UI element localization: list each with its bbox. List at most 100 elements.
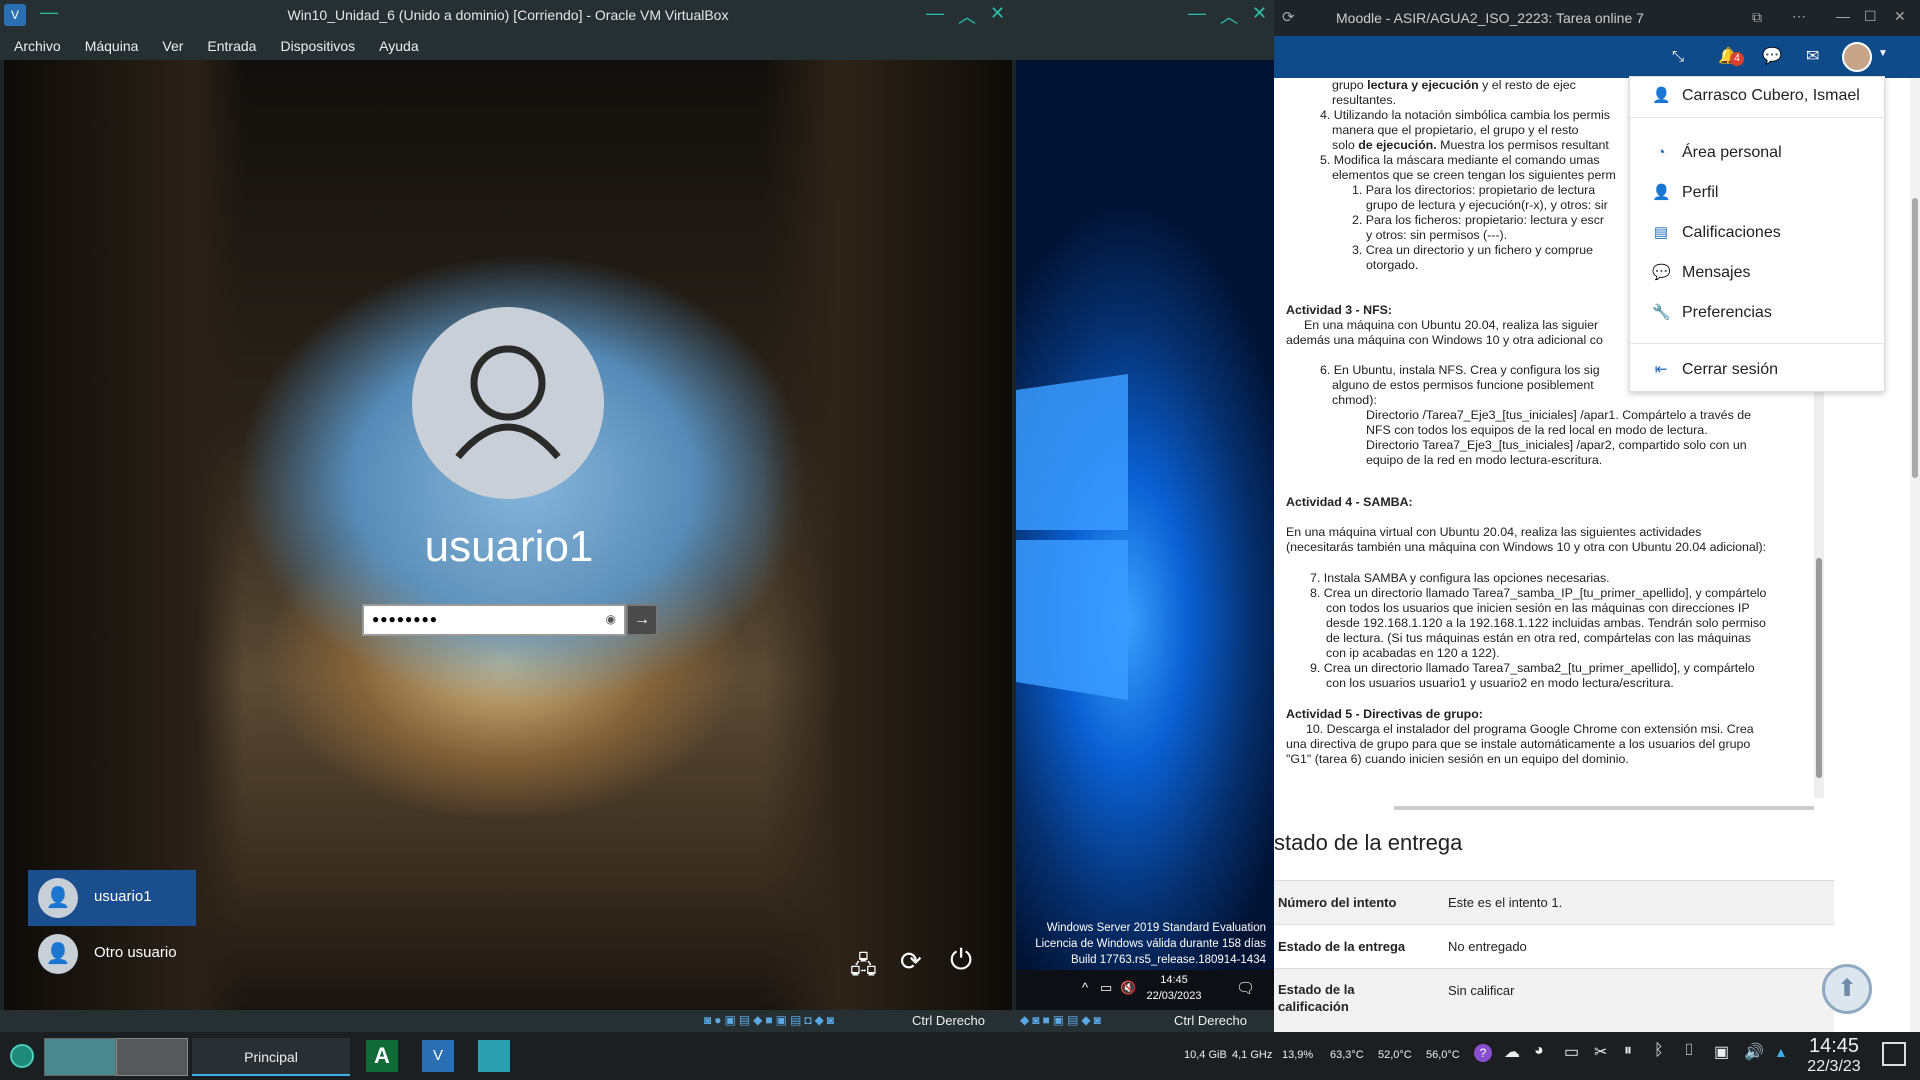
doc-line: 10. Descarga el instalador del programa … xyxy=(1306,722,1754,736)
menu-item-calificaciones[interactable]: ▤ Calificaciones xyxy=(1630,218,1886,248)
media-pause-icon[interactable]: ⏸ xyxy=(1624,1042,1632,1060)
app-icon-a[interactable]: A xyxy=(366,1040,398,1072)
menu-dispositivos[interactable]: Dispositivos xyxy=(266,30,365,54)
app-launcher-icon[interactable] xyxy=(10,1044,34,1068)
window-titlebar[interactable]: — ︿ ✕ xyxy=(1016,0,1274,30)
password-input[interactable]: ●●●●●●●● ◉ xyxy=(362,604,626,636)
clock-date: 22/3/23 xyxy=(1807,1058,1861,1075)
reveal-password-icon[interactable]: ◉ xyxy=(606,612,616,626)
menu-item-perfil[interactable]: 👤 Perfil xyxy=(1630,178,1886,208)
terminal-icon[interactable]: ▭ xyxy=(1564,1042,1579,1062)
section-heading: Actividad 5 - Directivas de grupo: xyxy=(1286,707,1483,721)
avatar[interactable] xyxy=(1842,42,1872,72)
close-icon[interactable]: ✕ xyxy=(1252,3,1267,24)
doc-line: En una máquina virtual con Ubuntu 20.04,… xyxy=(1286,525,1702,539)
network-icon[interactable]: 🖧 xyxy=(850,948,877,989)
clock-time: 14:45 xyxy=(1808,1035,1860,1057)
menu-ver[interactable]: Ver xyxy=(148,30,193,54)
table-row: Estado de la entrega No entregado xyxy=(1274,924,1834,968)
window-title: Win10_Unidad_6 (Unido a dominio) [Corrie… xyxy=(287,7,729,23)
menu-item-area-personal[interactable]: ◔ Área personal xyxy=(1630,138,1886,168)
window-titlebar[interactable]: V — Win10_Unidad_6 (Unido a dominio) [Co… xyxy=(0,0,1016,30)
vm-screen-server-desktop[interactable]: Windows Server 2019 Standard Evaluation … xyxy=(1016,60,1274,1010)
maximize-icon[interactable]: ︿ xyxy=(958,3,976,29)
minimize-icon[interactable]: — xyxy=(926,3,944,24)
user-icon: 👤 xyxy=(1652,87,1671,104)
submission-heading: stado de la entrega xyxy=(1274,830,1463,855)
user-tile-otro[interactable]: 👤 Otro usuario xyxy=(28,926,196,982)
submit-arrow-button[interactable]: → xyxy=(626,604,658,636)
minimize-icon[interactable]: — xyxy=(1188,3,1206,24)
row-value: Este es el intento 1. xyxy=(1448,895,1563,910)
user-profile-link[interactable]: 👤 Carrasco Cubero, Ismael xyxy=(1630,81,1886,111)
row-label: Estado de la calificación xyxy=(1278,982,1355,1014)
row-label: Número del intento xyxy=(1278,895,1397,910)
vm-screen-login[interactable]: usuario1 ●●●●●●●● ◉ → 👤 usuario1 👤 Otro … xyxy=(4,60,1012,1010)
maximize-icon[interactable]: ☐ xyxy=(1864,8,1877,25)
cloud-icon[interactable]: ☁ xyxy=(1504,1042,1520,1062)
menu-item-logout[interactable]: ⇤ Cerrar sesión xyxy=(1630,355,1886,385)
network-icon[interactable]: ▭ xyxy=(1100,980,1112,996)
color-picker-icon[interactable]: ◕ xyxy=(1534,1042,1544,1060)
display-icon[interactable]: ▣ xyxy=(1714,1042,1729,1062)
scroll-to-top-button[interactable]: ⬆ xyxy=(1822,964,1872,1014)
file-manager-task-icon[interactable] xyxy=(478,1040,510,1072)
virtualbox-task-icon[interactable]: V xyxy=(422,1040,454,1072)
windows-logo-light xyxy=(1016,374,1128,700)
activity-button[interactable]: Principal xyxy=(192,1038,350,1076)
scissors-icon[interactable]: ✂ xyxy=(1594,1042,1607,1062)
scrollbar-thumb[interactable] xyxy=(1912,198,1918,478)
server-clock-time: 14:45 xyxy=(1160,974,1188,986)
menu-entrada[interactable]: Entrada xyxy=(193,30,266,54)
user-tile-usuario1[interactable]: 👤 usuario1 xyxy=(28,870,196,926)
collapse-icon[interactable]: ⤡ xyxy=(1672,48,1684,65)
doc-line: NFS con todos los equipos de la red loca… xyxy=(1366,423,1708,437)
virtualbox-window-win10: V — Win10_Unidad_6 (Unido a dominio) [Co… xyxy=(0,0,1016,1032)
stat-cpu-load: 13,9% xyxy=(1282,1049,1314,1061)
user-avatar-large xyxy=(412,307,604,499)
browser-title: Moodle - ASIR/AGUA2_ISO_2223: Tarea onli… xyxy=(1336,10,1644,26)
tray-expand-icon[interactable]: ▲ xyxy=(1774,1044,1788,1060)
menu-item-mensajes[interactable]: 💬 Mensajes xyxy=(1630,258,1886,288)
help-icon[interactable]: ? xyxy=(1474,1044,1492,1062)
menu-archivo[interactable]: Archivo xyxy=(0,30,71,54)
doc-line: equipo de la red en modo lectura-escritu… xyxy=(1366,453,1603,467)
reload-icon[interactable]: ⟳ xyxy=(1282,8,1295,26)
mail-icon[interactable]: ✉ xyxy=(1806,46,1819,66)
close-icon[interactable]: ✕ xyxy=(1894,8,1906,25)
volume-muted-icon[interactable]: 🔇 xyxy=(1120,980,1136,996)
menu-item-label: Preferencias xyxy=(1682,304,1772,321)
usb-icon[interactable]: ⌷ xyxy=(1684,1042,1694,1060)
menu-maquina[interactable]: Máquina xyxy=(71,30,149,54)
page-scrollbar[interactable] xyxy=(1910,78,1920,1032)
close-icon[interactable]: ✕ xyxy=(990,3,1005,24)
messages-icon[interactable]: 💬 xyxy=(1762,46,1782,66)
browser-titlebar[interactable]: ⟳ Moodle - ASIR/AGUA2_ISO_2223: Tarea on… xyxy=(1274,0,1920,36)
minimize-icon[interactable]: — xyxy=(1836,8,1850,24)
menu-ayuda[interactable]: Ayuda xyxy=(365,30,428,54)
pager-desktop-1[interactable] xyxy=(44,1038,116,1076)
power-icon[interactable]: ⏻ xyxy=(950,944,972,977)
volume-icon[interactable]: 🔊 xyxy=(1744,1042,1764,1062)
row-label: Estado de la entrega xyxy=(1278,939,1406,954)
doc-hscrollbar[interactable] xyxy=(1394,806,1814,810)
tray-chevron-icon[interactable]: ^ xyxy=(1082,980,1088,995)
bluetooth-icon[interactable]: ᛒ xyxy=(1654,1042,1664,1060)
pager-desktop-2[interactable] xyxy=(116,1038,188,1076)
menu-item-label: Área personal xyxy=(1682,144,1782,161)
doc-line: con todos los usuarios que inicien sesió… xyxy=(1326,601,1750,615)
doc-line: Directorio Tarea7_Eje3_[tus_iniciales] /… xyxy=(1366,438,1747,452)
pip-icon[interactable]: ⧉ xyxy=(1752,9,1762,26)
accessibility-icon[interactable]: ⟳ xyxy=(900,946,922,977)
chevron-down-icon[interactable]: ▼ xyxy=(1878,48,1888,59)
maximize-icon[interactable]: ︿ xyxy=(1220,3,1238,29)
section-heading: Actividad 4 - SAMBA: xyxy=(1286,495,1413,509)
scrollbar-thumb[interactable] xyxy=(1816,558,1822,778)
more-icon[interactable]: ⋯ xyxy=(1792,8,1806,25)
action-center-icon[interactable]: 🗨 xyxy=(1236,979,1255,997)
wallpaper-rock-left xyxy=(4,60,244,1010)
show-desktop-icon[interactable] xyxy=(1882,1042,1906,1066)
dashboard-icon: ◔ xyxy=(1656,144,1666,161)
menu-item-preferencias[interactable]: 🔧 Preferencias xyxy=(1630,298,1886,328)
user-icon: 👤 xyxy=(38,934,78,974)
